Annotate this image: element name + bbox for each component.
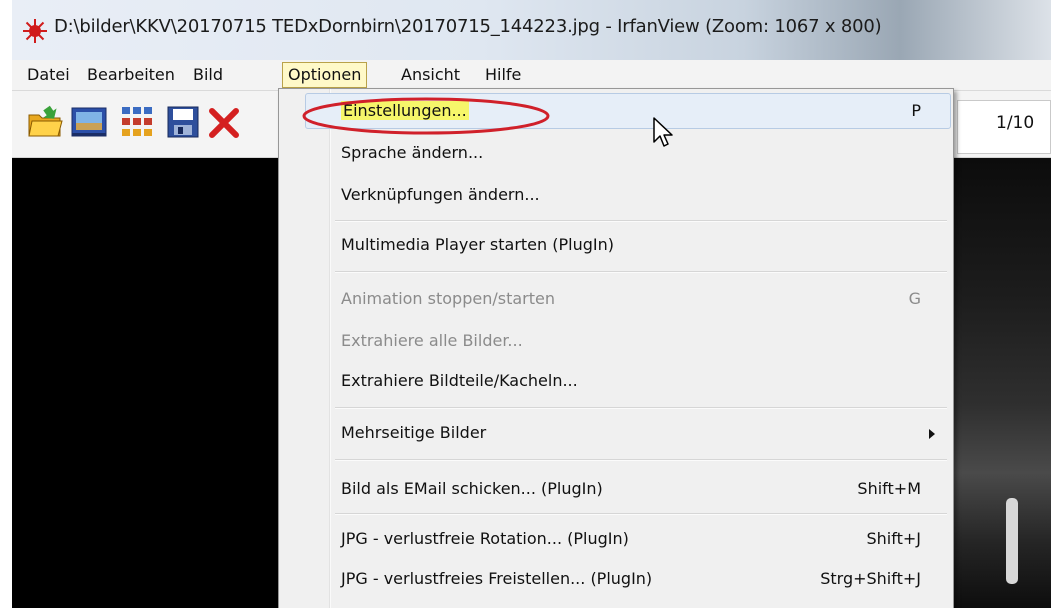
menu-item-label: Multimedia Player starten (PlugIn) [341, 235, 614, 254]
menu-item-label: Sprache ändern... [341, 143, 484, 162]
delete-icon[interactable] [208, 103, 240, 141]
menu-item-mehrseitige-bilder[interactable]: Mehrseitige Bilder [279, 417, 953, 451]
menu-item-shortcut: P [911, 101, 921, 120]
menu-item-label: JPG - verlustfreies Freistellen... (Plug… [341, 569, 653, 588]
menu-item-sprache[interactable]: Sprache ändern... [279, 137, 953, 171]
save-icon[interactable] [164, 103, 202, 141]
annotation-ellipse [302, 97, 550, 135]
menu-optionen[interactable]: Optionen [282, 62, 368, 88]
window-frame-left [0, 0, 12, 608]
menu-item-jpg-rotation[interactable]: JPG - verlustfreie Rotation... (PlugIn) … [279, 523, 953, 557]
menu-item-shortcut: G [908, 289, 921, 308]
menu-datei[interactable]: Datei [22, 63, 75, 87]
menu-separator [335, 220, 947, 222]
menu-item-verknuepfungen[interactable]: Verknüpfungen ändern... [279, 179, 953, 213]
mouse-cursor-icon [653, 117, 673, 147]
optionen-dropdown-menu: Einstellungen... P Sprache ändern... Ver… [278, 88, 954, 608]
thumbnails-icon[interactable] [118, 103, 156, 141]
irfanview-icon [23, 19, 47, 43]
menu-item-email[interactable]: Bild als EMail schicken... (PlugIn) Shif… [279, 473, 953, 507]
menu-bild[interactable]: Bild [188, 63, 228, 87]
page-counter-label: 1/10 [996, 113, 1035, 133]
menu-item-label: Extrahiere Bildteile/Kacheln... [341, 371, 578, 390]
menu-separator [335, 459, 947, 461]
irfanview-window: D:\bilder\KKV\20170715 TEDxDornbirn\2017… [0, 0, 1057, 608]
submenu-arrow-icon [929, 429, 935, 439]
page-counter: 1/10 [957, 100, 1051, 154]
menu-item-multimedia-player[interactable]: Multimedia Player starten (PlugIn) [279, 229, 953, 263]
image-light-streak [1006, 498, 1018, 584]
menu-item-label: Bild als EMail schicken... (PlugIn) [341, 479, 603, 498]
menu-separator [335, 407, 947, 409]
menu-bearbeiten[interactable]: Bearbeiten [82, 63, 180, 87]
menu-item-label: Verknüpfungen ändern... [341, 185, 540, 204]
slideshow-icon[interactable] [70, 103, 108, 141]
image-viewport[interactable] [12, 158, 280, 608]
menu-item-label: Mehrseitige Bilder [341, 423, 487, 442]
window-frame-right [1051, 0, 1057, 608]
menu-separator [335, 271, 947, 273]
menu-item-animation: Animation stoppen/starten G [279, 283, 953, 317]
menu-item-extrahiere-bildteile[interactable]: Extrahiere Bildteile/Kacheln... [279, 365, 953, 399]
menu-item-label: JPG - verlustfreie Rotation... (PlugIn) [341, 529, 629, 548]
menu-item-label: Animation stoppen/starten [341, 289, 555, 308]
menu-item-shortcut: Shift+M [857, 479, 921, 498]
menu-item-jpg-freistellen[interactable]: JPG - verlustfreies Freistellen... (Plug… [279, 563, 953, 597]
image-viewport-right[interactable] [952, 158, 1057, 608]
menu-bar: Datei Bearbeiten Bild Optionen Ansicht H… [12, 60, 1057, 91]
window-title: D:\bilder\KKV\20170715 TEDxDornbirn\2017… [54, 16, 882, 37]
menu-item-shortcut: Shift+J [866, 529, 922, 548]
menu-item-shortcut: Strg+Shift+J [820, 569, 921, 588]
menu-ansicht[interactable]: Ansicht [396, 63, 465, 87]
title-bar[interactable]: D:\bilder\KKV\20170715 TEDxDornbirn\2017… [12, 0, 1057, 60]
menu-separator [335, 513, 947, 515]
menu-item-label: Extrahiere alle Bilder... [341, 331, 523, 350]
menu-item-extrahiere-alle: Extrahiere alle Bilder... [279, 325, 953, 359]
open-folder-icon[interactable] [26, 103, 64, 141]
menu-hilfe[interactable]: Hilfe [480, 63, 526, 87]
